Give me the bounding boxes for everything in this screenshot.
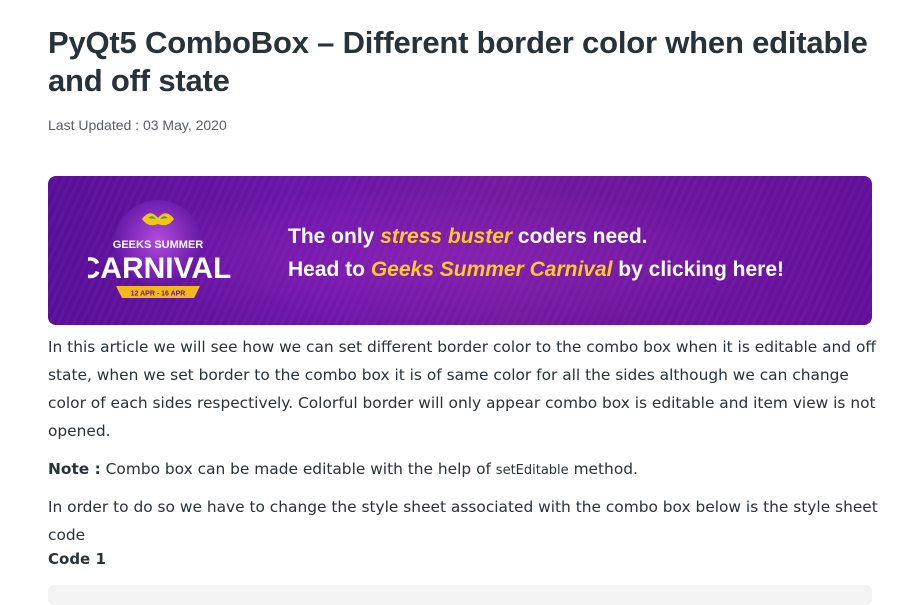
promo-text: The only stress buster coders need. Head…	[288, 220, 784, 286]
code-block[interactable]	[48, 585, 872, 605]
intro-paragraph: In this article we will see how we can s…	[48, 338, 876, 440]
article-title: PyQt5 ComboBox – Different border color …	[48, 25, 868, 98]
promo-line-1: The only stress buster coders need.	[288, 225, 648, 248]
promo-banner[interactable]: GEEKS SUMMER CARNIVAL 12 APR - 16 APR Th…	[48, 176, 872, 325]
instruction-paragraph: In order to do so we have to change the …	[48, 498, 878, 544]
badge-line1: GEEKS SUMMER	[113, 239, 204, 251]
note-paragraph: Note : Combo box can be made editable wi…	[48, 460, 638, 478]
carnival-badge-icon: GEEKS SUMMER CARNIVAL 12 APR - 16 APR	[88, 200, 231, 298]
note-label: Note :	[48, 460, 101, 478]
last-updated: Last Updated : 03 May, 2020	[48, 117, 227, 133]
inline-code: setEditable	[495, 463, 569, 478]
code-label: Code 1	[48, 550, 106, 568]
promo-line-2: Head to Geeks Summer Carnival by clickin…	[288, 258, 785, 281]
badge-dates: 12 APR - 16 APR	[131, 291, 186, 298]
badge-line2: CARNIVAL	[88, 252, 231, 285]
